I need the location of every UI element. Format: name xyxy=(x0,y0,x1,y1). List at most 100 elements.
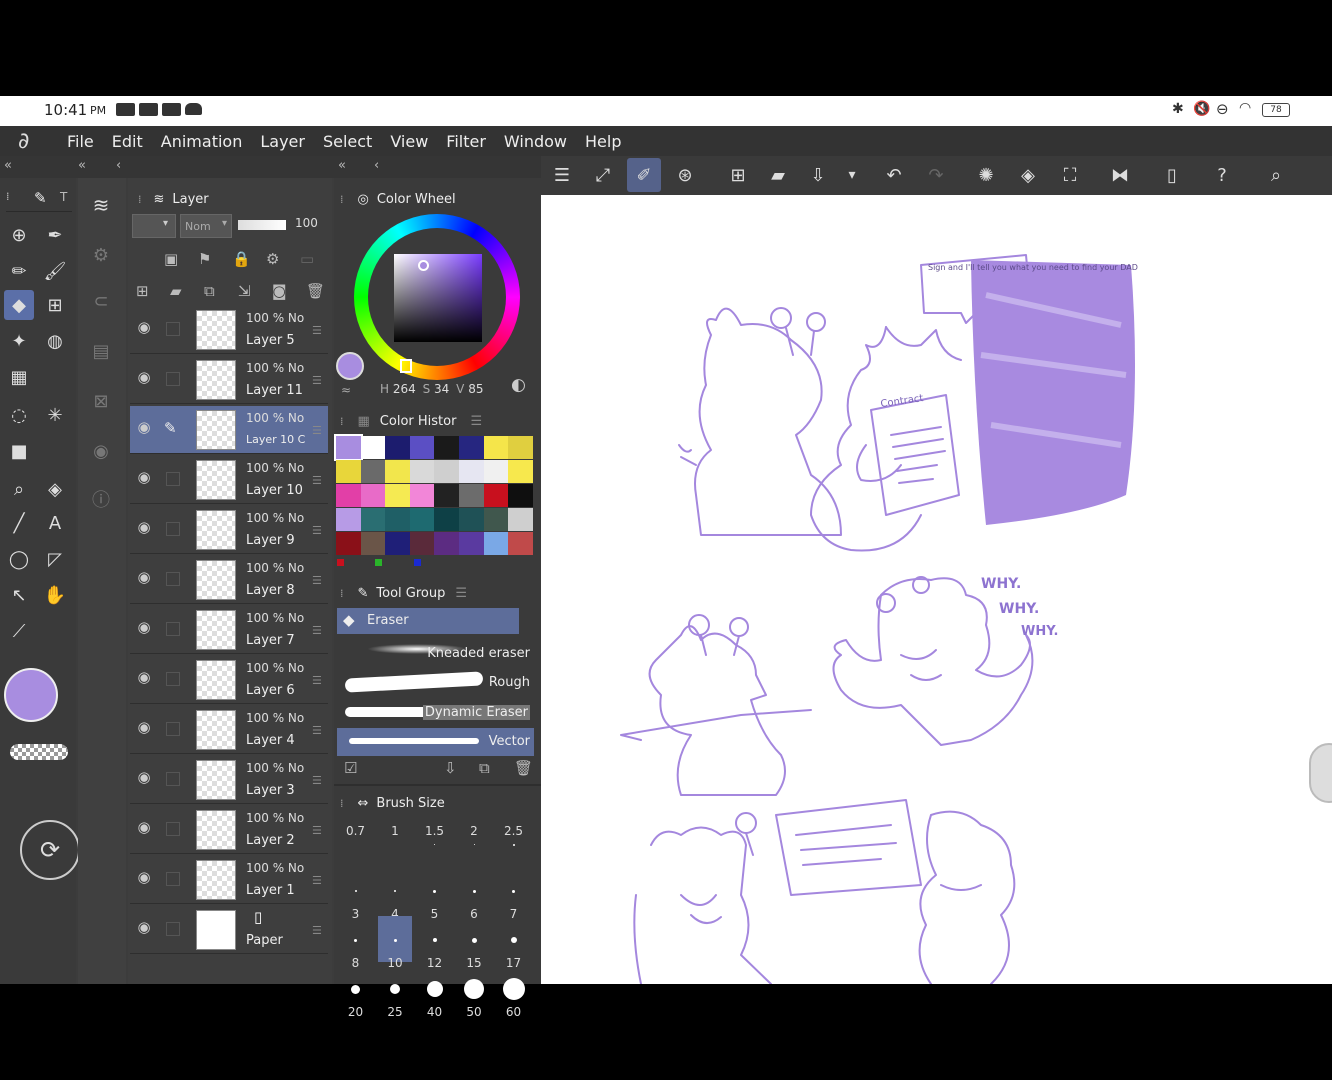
delete-tool-icon[interactable]: 🗑 xyxy=(514,759,533,777)
color-mode-icon[interactable]: ◐ xyxy=(511,375,526,395)
layer-row[interactable]: ◉ 100 % No Layer 7 ☰ xyxy=(130,606,328,654)
menu-edit[interactable]: Edit xyxy=(103,132,152,151)
new-folder-icon[interactable]: ▰ xyxy=(170,282,182,300)
brush-size-dot[interactable] xyxy=(512,889,515,893)
flip-horizontal-icon[interactable]: ⧓ xyxy=(1105,160,1135,190)
menu-window[interactable]: Window xyxy=(495,132,576,151)
brush-tool-icon[interactable]: 🖌 xyxy=(40,256,70,286)
brush-size-label[interactable]: 1 xyxy=(376,824,415,838)
eye-icon[interactable]: ◉ xyxy=(134,418,154,436)
color-history-swatch[interactable] xyxy=(459,460,484,483)
menu-animation[interactable]: Animation xyxy=(152,132,252,151)
color-history-swatch[interactable] xyxy=(508,436,534,459)
color-history-swatch[interactable] xyxy=(483,508,509,531)
color-history-swatch[interactable] xyxy=(336,484,361,507)
layer-row[interactable]: ◉ 100 % No Layer 2 ☰ xyxy=(130,806,328,854)
layer-row[interactable]: ◉ 100 % No Layer 1 ☰ xyxy=(130,856,328,904)
color-history-swatch[interactable] xyxy=(434,532,460,555)
brush-size-dot[interactable] xyxy=(393,938,397,942)
collapse-left-icon[interactable]: « xyxy=(338,158,346,173)
brush-size-label[interactable]: 8 xyxy=(336,956,375,970)
layer-row[interactable]: ◉ 100 % No Layer 11 ☰ xyxy=(130,356,328,404)
loading-icon[interactable]: ✺ xyxy=(971,160,1001,190)
brush-size-label[interactable]: 15 xyxy=(455,956,494,970)
eye-icon[interactable]: ◉ xyxy=(134,868,154,886)
color-history-swatch[interactable] xyxy=(360,460,386,483)
brush-size-label[interactable]: 1.5 xyxy=(415,824,454,838)
brush-size-label[interactable]: 25 xyxy=(376,1005,415,1019)
layer-color-dropdown[interactable]: ▾ xyxy=(132,214,176,238)
lock-alpha-icon[interactable]: ⚙ xyxy=(266,250,279,268)
brush-size-dot[interactable] xyxy=(394,890,396,892)
eye-icon[interactable]: ◉ xyxy=(134,668,154,686)
move-tool-icon[interactable]: ⊕ xyxy=(4,220,34,250)
color-history-swatch[interactable] xyxy=(409,436,435,459)
color-history-swatch[interactable] xyxy=(385,460,411,483)
fit-screen-icon[interactable]: ⤢ xyxy=(588,160,618,190)
mask-add-icon[interactable]: ◙ xyxy=(272,282,287,300)
layers-icon[interactable]: ≋ xyxy=(86,190,116,220)
eye-icon[interactable]: ◉ xyxy=(134,518,154,536)
color-history-swatch[interactable] xyxy=(459,508,484,531)
brush-item-vector[interactable]: Vector xyxy=(337,728,534,756)
app-logo-icon[interactable]: ∂ xyxy=(0,129,58,154)
text-tab-icon[interactable]: T xyxy=(60,190,67,204)
transform-icon[interactable]: ⛶ xyxy=(1055,160,1085,190)
color-history-swatch[interactable] xyxy=(459,484,484,507)
pencil-tool-icon[interactable]: ✏ xyxy=(4,256,34,286)
brush-size-dot[interactable] xyxy=(464,979,484,999)
color-history-swatch[interactable] xyxy=(459,532,484,555)
color-history-swatch[interactable] xyxy=(409,460,435,483)
brush-size-label[interactable]: 2.5 xyxy=(494,824,533,838)
wheel-color-preview[interactable] xyxy=(336,352,364,380)
hamburger-menu-icon[interactable]: ☰ xyxy=(547,160,577,190)
brush-size-dot[interactable] xyxy=(432,938,437,942)
menu-layer[interactable]: Layer xyxy=(251,132,314,151)
reference-icon[interactable]: ⚑ xyxy=(198,250,211,268)
fill-icon[interactable]: ◈ xyxy=(1013,160,1043,190)
active-tool-tab[interactable]: ◆ Eraser xyxy=(337,608,519,634)
eye-icon[interactable]: ◉ xyxy=(134,318,154,336)
brush-size-dot[interactable] xyxy=(354,890,357,892)
animation-icon[interactable]: ⊛ xyxy=(670,160,700,190)
color-history-swatch[interactable] xyxy=(385,436,411,459)
menu-filter[interactable]: Filter xyxy=(437,132,495,151)
brush-size-label[interactable]: 10 xyxy=(376,956,415,970)
search-canvas-icon[interactable]: ⌕ xyxy=(1261,160,1291,190)
layer-row[interactable]: ◉ 100 % No Layer 6 ☰ xyxy=(130,656,328,704)
redo-icon[interactable]: ↷ xyxy=(921,160,951,190)
eye-icon[interactable]: ◉ xyxy=(134,368,154,386)
brush-size-label[interactable]: 5 xyxy=(415,907,454,921)
open-folder-icon[interactable]: ▰ xyxy=(763,160,793,190)
eye-icon[interactable]: ◉ xyxy=(134,468,154,486)
brush-size-dot[interactable] xyxy=(390,984,400,994)
brush-size-label[interactable]: 60 xyxy=(494,1005,533,1019)
import-tool-icon[interactable]: ⇩ xyxy=(444,759,457,777)
brush-size-label[interactable]: 6 xyxy=(455,907,494,921)
color-history-swatch[interactable] xyxy=(336,508,361,531)
color-history-swatch[interactable] xyxy=(385,484,411,507)
opacity-slider[interactable] xyxy=(238,220,286,230)
menu-select[interactable]: Select xyxy=(314,132,381,151)
paper-layer-row[interactable]: ◉ ▯ Paper ☰ xyxy=(130,906,328,954)
delete-layer-icon[interactable]: 🗑 xyxy=(306,282,325,300)
color-history-swatch[interactable] xyxy=(334,434,363,461)
undo-icon[interactable]: ↶ xyxy=(879,160,909,190)
brush-size-label[interactable]: 17 xyxy=(494,956,533,970)
color-history-swatch[interactable] xyxy=(336,460,361,483)
color-history-swatch[interactable] xyxy=(508,460,534,483)
color-history-swatch[interactable] xyxy=(360,484,386,507)
tool-settings-icon[interactable]: ☑ xyxy=(344,759,357,777)
color-history-swatch[interactable] xyxy=(385,508,411,531)
color-history-swatch[interactable] xyxy=(459,436,484,459)
eye-icon[interactable]: ◉ xyxy=(134,568,154,586)
save-dropdown-icon[interactable]: ▾ xyxy=(837,160,867,190)
eye-icon[interactable]: ◉ xyxy=(134,718,154,736)
pen-tool-icon[interactable]: ✒ xyxy=(40,220,70,250)
brush-size-label[interactable]: 0.7 xyxy=(336,824,375,838)
color-history-swatch[interactable] xyxy=(434,508,460,531)
menu-icon[interactable]: ☰ xyxy=(470,414,482,429)
brush-size-dot[interactable] xyxy=(510,937,517,943)
brush-size-dot[interactable] xyxy=(471,937,477,943)
brush-size-label[interactable]: 20 xyxy=(336,1005,375,1019)
